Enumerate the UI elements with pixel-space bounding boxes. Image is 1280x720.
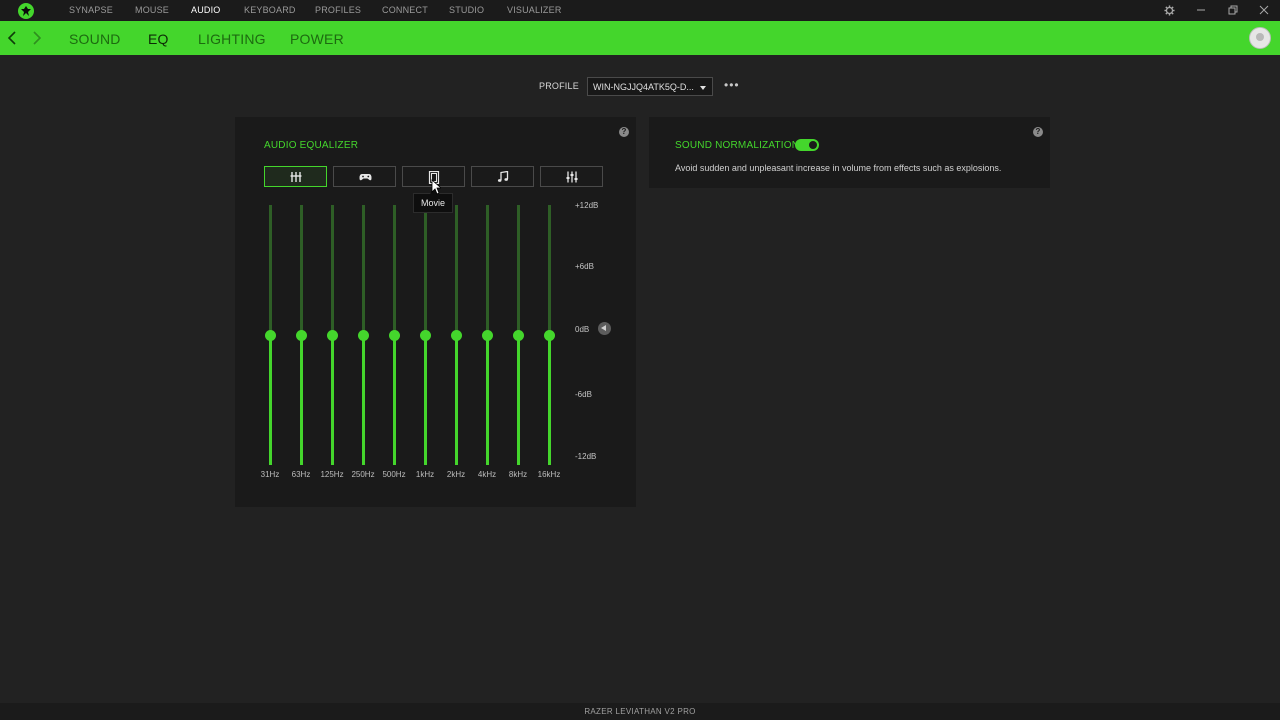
preset-default-button[interactable] bbox=[264, 166, 327, 187]
nav-mouse[interactable]: MOUSE bbox=[135, 5, 169, 15]
tab-eq[interactable]: EQ bbox=[148, 31, 169, 47]
music-note-icon bbox=[497, 171, 509, 182]
avatar[interactable] bbox=[1249, 27, 1271, 49]
nav-connect[interactable]: CONNECT bbox=[382, 5, 428, 15]
frequency-label: 2kHz bbox=[446, 470, 466, 479]
profile-selected-value: WIN-NGJJQ4ATK5Q-D... bbox=[593, 82, 694, 92]
normalization-toggle[interactable] bbox=[795, 139, 819, 151]
slider-knob[interactable] bbox=[420, 330, 431, 341]
chevron-down-icon bbox=[700, 86, 706, 90]
more-options-button[interactable]: ••• bbox=[724, 78, 740, 92]
frequency-label: 31Hz bbox=[260, 470, 280, 479]
eq-slider-band[interactable] bbox=[384, 205, 404, 465]
frequency-label: 4kHz bbox=[477, 470, 497, 479]
help-icon[interactable]: ? bbox=[619, 127, 629, 137]
eq-slider-band[interactable] bbox=[322, 205, 342, 465]
slider-fill bbox=[331, 335, 334, 465]
close-icon[interactable] bbox=[1257, 3, 1271, 17]
audio-equalizer-panel: AUDIO EQUALIZER ? 31Hz 63Hz 125Hz 250Hz 500H… bbox=[235, 117, 636, 507]
frequency-label: 500Hz bbox=[382, 470, 406, 479]
slider-knob[interactable] bbox=[451, 330, 462, 341]
top-bar: SYNAPSE MOUSE AUDIO KEYBOARD PROFILES CO… bbox=[0, 0, 1280, 21]
profile-dropdown[interactable]: WIN-NGJJQ4ATK5Q-D... bbox=[587, 77, 713, 96]
slider-knob[interactable] bbox=[265, 330, 276, 341]
status-bar: RAZER LEVIATHAN V2 PRO bbox=[0, 703, 1280, 720]
gear-icon[interactable] bbox=[1162, 3, 1176, 17]
db-label-minus12: -12dB bbox=[575, 452, 597, 461]
slider-knob[interactable] bbox=[513, 330, 524, 341]
gamepad-icon bbox=[359, 174, 372, 181]
help-icon[interactable]: ? bbox=[1033, 127, 1043, 137]
profile-label: PROFILE bbox=[539, 81, 579, 91]
eq-slider-band[interactable] bbox=[508, 205, 528, 465]
frequency-label: 16kHz bbox=[537, 470, 561, 479]
slider-knob[interactable] bbox=[544, 330, 555, 341]
slider-knob[interactable] bbox=[358, 330, 369, 341]
eq-slider-band[interactable] bbox=[539, 205, 559, 465]
eq-slider-band[interactable] bbox=[260, 205, 280, 465]
slider-knob[interactable] bbox=[296, 330, 307, 341]
eq-slider-band[interactable] bbox=[446, 205, 466, 465]
preset-music-button[interactable] bbox=[471, 166, 534, 187]
slider-knob[interactable] bbox=[389, 330, 400, 341]
slider-fill bbox=[548, 335, 551, 465]
slider-fill bbox=[517, 335, 520, 465]
frequency-label: 250Hz bbox=[351, 470, 375, 479]
eq-slider-band[interactable] bbox=[477, 205, 497, 465]
tab-sound[interactable]: SOUND bbox=[69, 31, 121, 47]
normalization-title: SOUND NORMALIZATION bbox=[675, 140, 800, 151]
nav-visualizer[interactable]: VISUALIZER bbox=[507, 5, 562, 15]
forward-arrow-icon[interactable] bbox=[32, 30, 46, 46]
custom-eq-icon bbox=[566, 171, 578, 183]
db-label-plus6: +6dB bbox=[575, 262, 594, 271]
tooltip: Movie bbox=[413, 189, 453, 213]
sound-normalization-panel: SOUND NORMALIZATION ? Avoid sudden and u… bbox=[649, 117, 1050, 188]
slider-knob[interactable] bbox=[327, 330, 338, 341]
normalization-description: Avoid sudden and unpleasant increase in … bbox=[675, 163, 1002, 173]
nav-audio[interactable]: AUDIO bbox=[191, 5, 221, 15]
restore-icon[interactable] bbox=[1226, 3, 1240, 17]
frequency-label: 8kHz bbox=[508, 470, 528, 479]
preset-game-button[interactable] bbox=[333, 166, 396, 187]
mouse-cursor-icon bbox=[431, 179, 441, 195]
eq-slider-band[interactable] bbox=[415, 205, 435, 465]
default-eq-icon bbox=[290, 172, 302, 182]
slider-fill bbox=[455, 335, 458, 465]
equalizer-title: AUDIO EQUALIZER bbox=[264, 140, 359, 151]
reset-eq-icon[interactable] bbox=[598, 322, 611, 335]
razer-logo-icon[interactable] bbox=[18, 3, 34, 19]
db-label-0: 0dB bbox=[575, 325, 590, 334]
minimize-icon[interactable] bbox=[1194, 3, 1208, 17]
nav-synapse[interactable]: SYNAPSE bbox=[69, 5, 113, 15]
tab-lighting[interactable]: LIGHTING bbox=[198, 31, 266, 47]
db-label-minus6: -6dB bbox=[575, 390, 592, 399]
slider-fill bbox=[300, 335, 303, 465]
nav-studio[interactable]: STUDIO bbox=[449, 5, 484, 15]
slider-fill bbox=[269, 335, 272, 465]
nav-keyboard[interactable]: KEYBOARD bbox=[244, 5, 296, 15]
sub-nav-bar: SOUND EQ LIGHTING POWER bbox=[0, 21, 1280, 55]
preset-custom-button[interactable] bbox=[540, 166, 603, 187]
slider-knob[interactable] bbox=[482, 330, 493, 341]
slider-fill bbox=[486, 335, 489, 465]
slider-fill bbox=[424, 335, 427, 465]
device-name: RAZER LEVIATHAN V2 PRO bbox=[584, 707, 696, 716]
slider-fill bbox=[393, 335, 396, 465]
eq-slider-band[interactable] bbox=[291, 205, 311, 465]
nav-profiles[interactable]: PROFILES bbox=[315, 5, 361, 15]
frequency-label: 63Hz bbox=[291, 470, 311, 479]
frequency-label: 125Hz bbox=[320, 470, 344, 479]
frequency-label: 1kHz bbox=[415, 470, 435, 479]
tab-power[interactable]: POWER bbox=[290, 31, 344, 47]
eq-slider-band[interactable] bbox=[353, 205, 373, 465]
db-label-plus12: +12dB bbox=[575, 201, 599, 210]
back-arrow-icon[interactable] bbox=[7, 30, 21, 46]
slider-fill bbox=[362, 335, 365, 465]
